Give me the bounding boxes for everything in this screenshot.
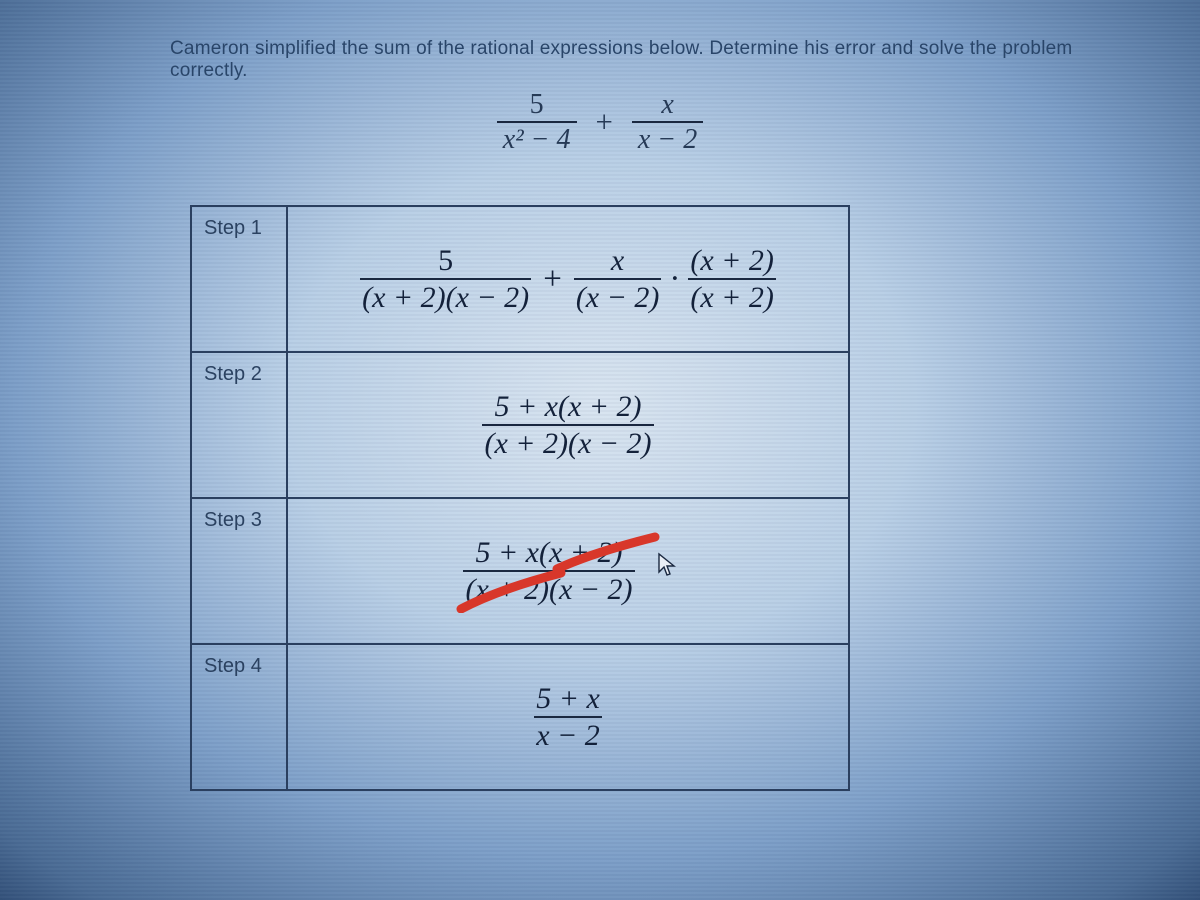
step4-fraction: 5 + x x − 2 <box>534 683 602 752</box>
step-content: 5 + x(x + 2) (x + 2)(x − 2) <box>287 498 849 644</box>
step3-den: (x + 2)(x − 2) <box>463 572 634 606</box>
problem-prompt: Cameron simplified the sum of the ration… <box>170 38 1140 82</box>
step1-c-num: (x + 2) <box>688 245 776 281</box>
step1-c-den: (x + 2) <box>688 280 776 314</box>
table-row: Step 3 5 + x(x + 2) (x + 2)(x − 2) <box>191 498 849 644</box>
plus-operator: + <box>588 105 621 140</box>
step3-expression: 5 + x(x + 2) (x + 2)(x − 2) <box>306 521 830 621</box>
orig-left-fraction: 5 x² − 4 <box>497 90 577 155</box>
step2-expression: 5 + x(x + 2) (x + 2)(x − 2) <box>306 375 830 475</box>
cursor-icon <box>657 552 677 578</box>
table-row: Step 4 5 + x x − 2 <box>191 644 849 790</box>
step1-b-num: x <box>574 245 662 281</box>
step2-num: 5 + x(x + 2) <box>482 391 653 427</box>
step4-expression: 5 + x x − 2 <box>306 667 830 767</box>
plus-operator: + <box>535 261 570 298</box>
steps-table: Step 1 5 (x + 2)(x − 2) + x (x − 2) · (x… <box>190 205 850 791</box>
step-label: Step 4 <box>191 644 287 790</box>
orig-right-fraction: x x − 2 <box>632 90 703 155</box>
step-content: 5 (x + 2)(x − 2) + x (x − 2) · (x + 2) (… <box>287 206 849 352</box>
step-content: 5 + x x − 2 <box>287 644 849 790</box>
original-expression: 5 x² − 4 + x x − 2 <box>0 90 1200 155</box>
step4-den: x − 2 <box>534 718 602 752</box>
table-row: Step 1 5 (x + 2)(x − 2) + x (x − 2) · (x… <box>191 206 849 352</box>
table-row: Step 2 5 + x(x + 2) (x + 2)(x − 2) <box>191 352 849 498</box>
step2-fraction: 5 + x(x + 2) (x + 2)(x − 2) <box>482 391 653 460</box>
step3-num: 5 + x(x + 2) <box>463 537 634 573</box>
step1-frac-a: 5 (x + 2)(x − 2) <box>360 245 531 314</box>
step3-fraction-with-cancellation: 5 + x(x + 2) (x + 2)(x − 2) <box>459 537 638 606</box>
step1-frac-b: x (x − 2) <box>574 245 662 314</box>
step3-fraction: 5 + x(x + 2) (x + 2)(x − 2) <box>463 537 634 606</box>
orig-right-num: x <box>632 90 703 123</box>
step1-b-den: (x − 2) <box>574 280 662 314</box>
step-label: Step 1 <box>191 206 287 352</box>
orig-left-den: x² − 4 <box>497 123 577 154</box>
orig-left-num: 5 <box>497 90 577 123</box>
step1-frac-c: (x + 2) (x + 2) <box>688 245 776 314</box>
step1-a-den: (x + 2)(x − 2) <box>360 280 531 314</box>
step-label: Step 3 <box>191 498 287 644</box>
step1-a-num: 5 <box>360 245 531 281</box>
step1-expression: 5 (x + 2)(x − 2) + x (x − 2) · (x + 2) (… <box>306 229 830 329</box>
dot-operator: · <box>665 261 684 298</box>
step4-num: 5 + x <box>534 683 602 719</box>
orig-right-den: x − 2 <box>632 123 703 154</box>
step2-den: (x + 2)(x − 2) <box>482 426 653 460</box>
step-label: Step 2 <box>191 352 287 498</box>
step-content: 5 + x(x + 2) (x + 2)(x − 2) <box>287 352 849 498</box>
